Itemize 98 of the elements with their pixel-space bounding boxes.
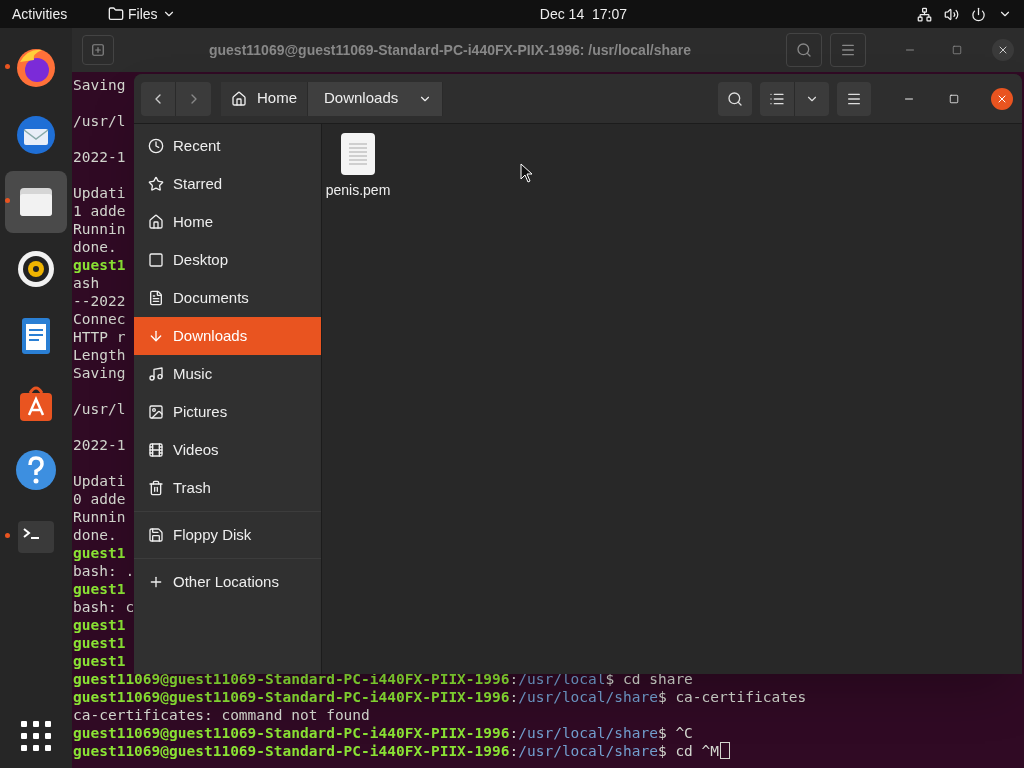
search-button[interactable] (718, 81, 752, 116)
prompt-path: /usr/local/share (518, 724, 658, 742)
home-icon (231, 90, 247, 107)
prompt-user: guest11069@guest11069-Standard-PC-i440FX-PIIX-1996 (73, 724, 510, 742)
terminal-output: bash: c (73, 598, 135, 616)
path-segment[interactable]: Home (221, 81, 308, 116)
prompt-path: /usr/local (518, 670, 606, 688)
terminal-output: HTTP r (73, 328, 126, 346)
terminal-command: $ cd share (605, 670, 693, 688)
terminal-output: done. (73, 238, 117, 256)
terminal-output: Saving (73, 76, 126, 94)
app-menu[interactable]: Files (108, 3, 176, 25)
download-icon (148, 328, 164, 344)
volume-icon[interactable] (944, 6, 959, 22)
terminal-command: $ cd ^M (657, 742, 720, 760)
dock-item[interactable] (5, 170, 67, 233)
terminal-output: Length (73, 346, 126, 364)
terminal-output: 2022-1 (73, 148, 126, 166)
sidebar-item[interactable]: Trash (134, 469, 321, 507)
sidebar-item[interactable]: Documents (134, 279, 321, 317)
plus-icon (148, 574, 164, 590)
close-button[interactable] (991, 87, 1013, 110)
window-title: guest11069@guest11069-Standard-PC-i440FX-PIIX-1996: /usr/local/share (207, 40, 693, 60)
search-icon (796, 42, 812, 58)
clock-icon (148, 138, 164, 154)
clock[interactable]: Dec 14 17:07 (539, 3, 627, 25)
pointer-icon (520, 163, 533, 183)
home-icon (148, 214, 164, 230)
prompt-user: guest11069@guest11069-Standard-PC-i440FX-PIIX-1996 (73, 670, 510, 688)
maximize-icon[interactable] (952, 45, 962, 55)
sidebar-item[interactable]: Recent (134, 127, 321, 165)
new-tab-button[interactable] (82, 35, 114, 65)
prompt-user: guest1 (73, 256, 126, 274)
power-icon[interactable] (971, 6, 986, 22)
prompt-user: guest1 (73, 616, 126, 634)
terminal-output: 0 adde (73, 490, 126, 508)
network-icon[interactable] (917, 6, 932, 22)
music-note-icon (148, 366, 164, 382)
floppy-icon (148, 527, 164, 543)
prompt-path: /usr/local/share (518, 688, 658, 706)
terminal-output: Updati (73, 472, 126, 490)
close-button[interactable] (992, 39, 1014, 61)
sidebar-item[interactable]: Other Locations (134, 563, 321, 601)
menu-button[interactable] (837, 81, 871, 116)
prompt-user: guest1 (73, 544, 126, 562)
sidebar-item[interactable]: Music (134, 355, 321, 393)
search-icon (727, 90, 743, 107)
help-icon (14, 447, 58, 492)
terminal-output: Updati (73, 184, 126, 202)
sidebar-item[interactable]: Desktop (134, 241, 321, 279)
prompt-separator: : (509, 688, 519, 706)
menu-icon (840, 42, 856, 58)
square-icon (148, 252, 164, 268)
activities-button[interactable]: Activities (12, 3, 94, 25)
trash-icon (148, 480, 164, 496)
prompt-separator: : (509, 670, 519, 688)
text-file-icon (340, 132, 376, 176)
path-segment[interactable]: Downloads (308, 81, 444, 116)
sidebar-item[interactable]: Pictures (134, 393, 321, 431)
sidebar-item[interactable]: Floppy Disk (134, 516, 321, 554)
prompt-user: guest11069@guest11069-Standard-PC-i440FX-PIIX-1996 (73, 688, 510, 706)
terminal-output: 2022-1 (73, 436, 126, 454)
new-tab-icon (91, 43, 105, 57)
sidebar-item[interactable]: Videos (134, 431, 321, 469)
sidebar-item[interactable]: Downloads (134, 317, 321, 355)
document-icon (148, 290, 164, 306)
terminal-output: Runnin (73, 508, 126, 526)
menu-button[interactable] (830, 33, 866, 67)
search-button[interactable] (786, 33, 822, 67)
terminal-output: 1 adde (73, 202, 126, 220)
sidebar-item[interactable]: Home (134, 203, 321, 241)
app-grid-icon[interactable] (20, 720, 52, 752)
prompt-user: guest11069@guest11069-Standard-PC-i440FX-PIIX-1996 (73, 742, 510, 760)
prompt-path: /usr/local/share (518, 742, 658, 760)
terminal-output: ash (73, 274, 100, 292)
terminal-output: done. (73, 526, 117, 544)
star-icon (148, 176, 164, 192)
terminal-output: Runnin (73, 220, 126, 238)
terminal-output: /usr/l (73, 112, 126, 130)
prompt-user: guest1 (73, 634, 126, 652)
folder-icon (108, 6, 124, 22)
prompt-separator: : (509, 742, 519, 760)
terminal-output: Saving (73, 364, 126, 382)
prompt-user: guest1 (73, 580, 126, 598)
file-name[interactable]: penis.pem (325, 180, 391, 201)
terminal-command: $ ca-certificates (657, 688, 807, 706)
terminal-output: ca-certificates: command not found (73, 706, 370, 724)
terminal-output: Connec (73, 310, 126, 328)
terminal-output: --2022 (73, 292, 126, 310)
terminal-output: bash: . (73, 562, 135, 580)
film-icon (148, 442, 164, 458)
prompt-user: guest1 (73, 652, 126, 670)
image-icon (148, 404, 164, 420)
close-icon (997, 44, 1009, 56)
terminal-command: $ ^C (657, 724, 693, 742)
sidebar-item[interactable]: Starred (134, 165, 321, 203)
prompt-separator: : (509, 724, 519, 742)
terminal-output: /usr/l (73, 400, 126, 418)
